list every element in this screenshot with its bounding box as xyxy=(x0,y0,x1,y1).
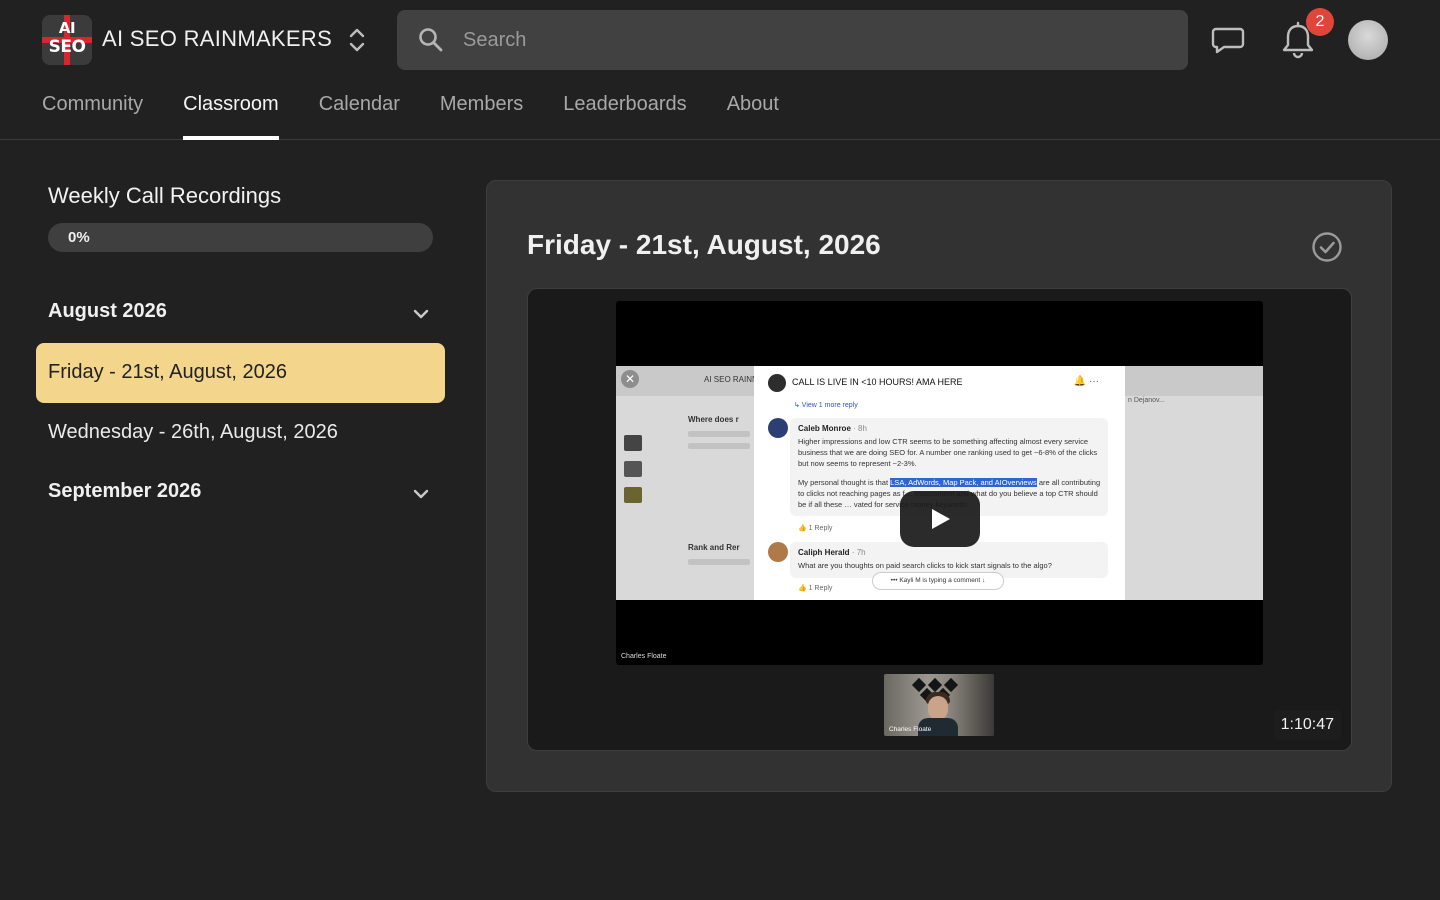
search-icon xyxy=(419,28,443,52)
lesson-item-wednesday-26th[interactable]: Wednesday - 26th, August, 2026 xyxy=(36,403,445,463)
modal-title: CALL IS LIVE IN <10 HOURS! AMA HERE xyxy=(792,377,963,387)
lesson-title: Friday - 21st, August, 2026 xyxy=(527,229,881,260)
module-september[interactable]: September 2026 xyxy=(48,472,433,512)
tab-about[interactable]: About xyxy=(727,88,779,140)
comment-text: What are you thoughts on paid search cli… xyxy=(798,561,1052,570)
course-title: Weekly Call Recordings xyxy=(48,183,282,208)
chevron-down-icon[interactable] xyxy=(409,482,433,506)
person-head xyxy=(928,696,948,720)
group-name[interactable]: AI SEO RAINMAKERS xyxy=(102,26,332,52)
tab-calendar[interactable]: Calendar xyxy=(319,88,400,140)
module-label: August 2026 xyxy=(48,300,167,322)
comment-author: Caleb Monroe · 8h xyxy=(798,424,867,433)
group-switcher-icon[interactable] xyxy=(345,25,369,55)
video-bg-header-text: AI SEO RAINN xyxy=(704,375,758,384)
play-button[interactable] xyxy=(900,491,980,547)
video-bg-line xyxy=(688,443,750,449)
comment-time: · 7h xyxy=(851,548,866,557)
main-nav: Community Classroom Calendar Members Lea… xyxy=(42,88,779,140)
speaker-name: Charles Floate xyxy=(621,653,667,660)
tab-leaderboards[interactable]: Leaderboards xyxy=(563,88,686,140)
view-more-reply: ↳ View 1 more reply xyxy=(794,402,858,409)
lesson-panel: Friday - 21st, August, 2026 ✕ AI SEO RAI… xyxy=(486,180,1392,792)
tab-classroom[interactable]: Classroom xyxy=(183,88,279,140)
tab-community[interactable]: Community xyxy=(42,88,143,140)
modal-header-icons: 🔔 ··· xyxy=(1073,376,1099,387)
user-avatar[interactable] xyxy=(1348,20,1388,60)
course-progress-bar: 0% xyxy=(48,223,433,252)
chevron-down-icon[interactable] xyxy=(409,302,433,326)
video-duration: 1:10:47 xyxy=(1273,710,1341,740)
video-bg-line xyxy=(688,431,750,437)
comment-text-part: My personal thought is that xyxy=(798,478,891,487)
chat-icon[interactable] xyxy=(1210,22,1246,58)
commenter-avatar xyxy=(768,542,788,562)
group-logo[interactable]: AI SEO xyxy=(42,15,92,65)
comment-highlight: LSA, AdWords, Map Pack, and AIOverviews xyxy=(890,478,1037,487)
comment-actions: 👍 1 Reply xyxy=(798,585,833,592)
commenter-avatar xyxy=(768,418,788,438)
video-bg-thumb xyxy=(624,435,642,451)
search-input[interactable] xyxy=(463,10,1163,70)
modal-header: CALL IS LIVE IN <10 HOURS! AMA HERE 🔔 ··… xyxy=(768,374,1113,396)
video-bg-thumb xyxy=(624,487,642,503)
comment-time: · 8h xyxy=(853,424,867,433)
modal-avatar xyxy=(768,374,786,392)
tab-members[interactable]: Members xyxy=(440,88,523,140)
comment-author-name: Caleb Monroe xyxy=(798,424,851,433)
play-icon xyxy=(932,509,950,529)
logo-text-top: AI xyxy=(58,19,76,37)
lesson-label: Friday - 21st, August, 2026 xyxy=(48,361,288,383)
video-bg-thumb xyxy=(624,461,642,477)
comment-actions: 👍 1 Reply xyxy=(798,525,833,532)
video-bg-line xyxy=(688,559,750,565)
mark-complete-check-icon[interactable] xyxy=(1311,231,1343,263)
close-icon: ✕ xyxy=(621,370,639,388)
video-player[interactable]: ✕ AI SEO RAINN Where does r Rank and Rer… xyxy=(527,288,1352,751)
search-bar[interactable] xyxy=(397,10,1188,70)
progress-percent: 0% xyxy=(68,229,90,246)
video-bg-post-2: Rank and Rer xyxy=(688,543,740,552)
module-august[interactable]: August 2026 xyxy=(48,292,433,332)
top-header: AI SEO AI SEO RAINMAKERS 2 Community Cla… xyxy=(0,0,1440,140)
typing-indicator: ••• Kayli M is typing a comment ↓ xyxy=(872,572,1004,590)
comment-author: Caliph Herald · 7h xyxy=(798,548,866,557)
camera-name: Charles Floate xyxy=(889,726,932,733)
logo-text-bottom: SEO xyxy=(48,37,86,57)
comment-author-name: Caliph Herald xyxy=(798,548,850,557)
notification-badge: 2 xyxy=(1306,8,1334,36)
video-bg-right-text: n Dejanov... xyxy=(1128,397,1165,404)
module-label: September 2026 xyxy=(48,480,202,502)
comment-text: Higher impressions and low CTR seems to … xyxy=(798,437,1098,468)
video-frame: ✕ AI SEO RAINN Where does r Rank and Rer… xyxy=(616,301,1263,665)
speaker-camera-thumbnail: Charles Floate xyxy=(884,674,994,736)
video-modal-screenshot: CALL IS LIVE IN <10 HOURS! AMA HERE 🔔 ··… xyxy=(754,366,1125,600)
lesson-item-friday-21st[interactable]: Friday - 21st, August, 2026 xyxy=(36,343,445,403)
lesson-label: Wednesday - 26th, August, 2026 xyxy=(48,421,338,443)
video-bg-post-1: Where does r xyxy=(688,415,739,424)
